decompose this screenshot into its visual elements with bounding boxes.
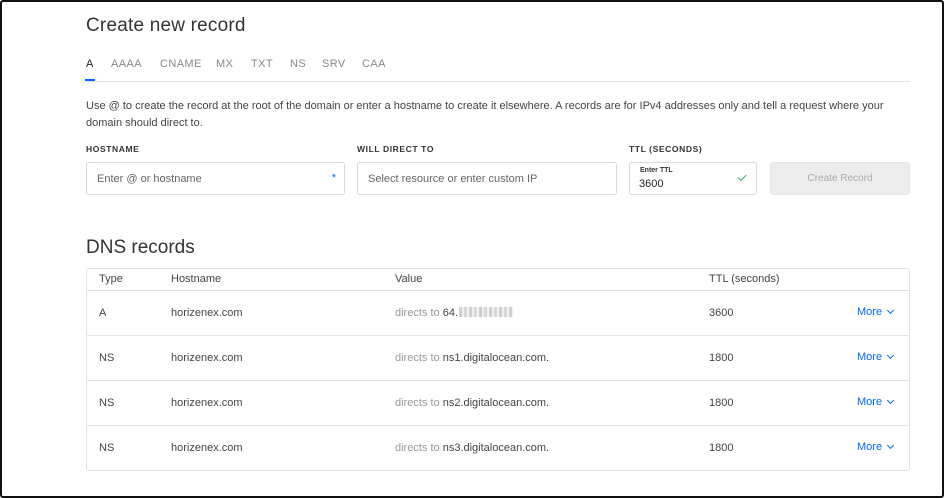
tab-a[interactable]: A: [85, 58, 95, 81]
app-frame: Create new record A AAAA CNAME MX TXT NS…: [0, 0, 944, 498]
table-row: A horizenex.com directs to 64. 3600 More: [87, 291, 909, 336]
header-type: Type: [99, 273, 123, 285]
chevron-down-icon: [887, 441, 895, 450]
dns-records-table: Type Hostname Value TTL (seconds) A hori…: [86, 268, 910, 471]
record-value: directs to 64.: [395, 307, 513, 319]
hostname-placeholder: Enter @ or hostname: [97, 173, 202, 185]
record-ttl: 3600: [709, 307, 734, 319]
record-value: directs to ns3.digitalocean.com.: [395, 442, 549, 454]
tab-cname[interactable]: CNAME: [160, 58, 202, 70]
record-hostname: horizenex.com: [171, 307, 243, 319]
tab-mx[interactable]: MX: [216, 58, 233, 70]
ttl-value: 3600: [639, 178, 664, 190]
create-record-title: Create new record: [86, 15, 246, 36]
more-label: More: [857, 396, 883, 408]
create-record-button[interactable]: Create Record: [770, 162, 910, 195]
record-hostname: horizenex.com: [171, 352, 243, 364]
tab-ns[interactable]: NS: [290, 58, 306, 70]
directs-prefix: directs to: [395, 397, 440, 409]
tab-txt[interactable]: TXT: [251, 58, 273, 70]
header-value: Value: [395, 273, 423, 285]
record-value-text: 64.: [442, 307, 458, 319]
required-star-icon: *: [331, 172, 336, 184]
record-hostname: horizenex.com: [171, 442, 243, 454]
table-header: Type Hostname Value TTL (seconds): [87, 269, 909, 291]
redacted-ip: [459, 307, 513, 317]
more-button[interactable]: More: [857, 351, 895, 363]
help-text: Use @ to create the record at the root o…: [86, 100, 884, 129]
hostname-label: HOSTNAME: [86, 144, 140, 154]
record-type: A: [99, 307, 107, 319]
record-type: NS: [99, 442, 115, 454]
ttl-input[interactable]: Enter TTL 3600: [629, 162, 757, 195]
more-button[interactable]: More: [857, 396, 895, 408]
hostname-input[interactable]: Enter @ or hostname *: [86, 162, 345, 195]
will-direct-to-label: WILL DIRECT TO: [357, 144, 435, 154]
tab-aaaa[interactable]: AAAA: [111, 58, 142, 70]
chevron-down-icon: [887, 396, 895, 405]
directs-prefix: directs to: [395, 442, 440, 454]
table-row: NS horizenex.com directs to ns2.digitalo…: [87, 381, 909, 426]
table-row: NS horizenex.com directs to ns3.digitalo…: [87, 426, 909, 471]
more-label: More: [857, 306, 883, 318]
record-type: NS: [99, 397, 115, 409]
record-type-tabs: A AAAA CNAME MX TXT NS SRV CAA: [85, 56, 910, 82]
record-value-text: ns1.digitalocean.com.: [442, 352, 550, 364]
record-ttl: 1800: [709, 397, 734, 409]
more-button[interactable]: More: [857, 306, 895, 318]
will-direct-to-placeholder: Select resource or enter custom IP: [368, 173, 538, 185]
chevron-down-icon: [887, 306, 895, 315]
record-ttl: 1800: [709, 352, 734, 364]
more-label: More: [857, 441, 883, 453]
record-value-text: ns2.digitalocean.com.: [442, 397, 550, 409]
tab-srv[interactable]: SRV: [322, 58, 346, 70]
record-type: NS: [99, 352, 115, 364]
header-hostname: Hostname: [171, 273, 222, 285]
ttl-label: TTL (SECONDS): [629, 144, 703, 154]
will-direct-to-input[interactable]: Select resource or enter custom IP: [357, 162, 617, 195]
directs-prefix: directs to: [395, 307, 440, 319]
more-label: More: [857, 351, 883, 363]
header-ttl: TTL (seconds): [709, 273, 780, 285]
ttl-inner-label: Enter TTL: [640, 167, 673, 174]
record-value: directs to ns1.digitalocean.com.: [395, 352, 549, 364]
dns-records-title: DNS records: [86, 237, 195, 258]
directs-prefix: directs to: [395, 352, 440, 364]
chevron-down-icon: [887, 351, 895, 360]
record-ttl: 1800: [709, 442, 734, 454]
record-value: directs to ns2.digitalocean.com.: [395, 397, 549, 409]
table-row: NS horizenex.com directs to ns1.digitalo…: [87, 336, 909, 381]
more-button[interactable]: More: [857, 441, 895, 453]
tab-caa[interactable]: CAA: [362, 58, 386, 70]
record-value-text: ns3.digitalocean.com.: [442, 442, 550, 454]
record-hostname: horizenex.com: [171, 397, 243, 409]
check-icon: [737, 171, 747, 182]
